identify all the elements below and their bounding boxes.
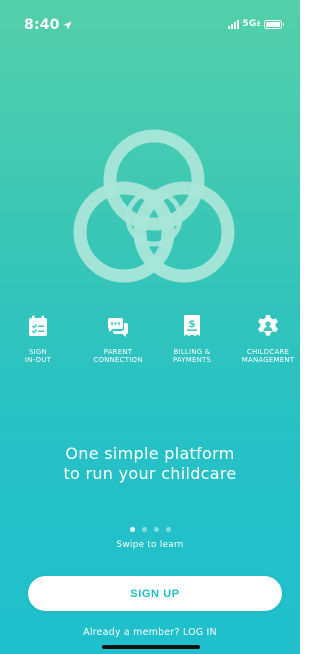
feature-label-line2: CONNECTION: [93, 356, 143, 364]
network-suffix: E: [256, 21, 261, 28]
swipe-hint: Swipe to learn: [116, 540, 184, 550]
feature-billing-payments: $ BILLING & PAYMENTS: [152, 314, 232, 364]
cellular-signal-icon: [228, 19, 240, 29]
status-time: 8:40: [24, 17, 72, 33]
page-dot-4[interactable]: [165, 527, 171, 532]
interlocking-rings-logo: [73, 129, 235, 283]
feature-label-line2: PAYMENTS: [172, 356, 212, 364]
chat-bubbles-icon: [107, 318, 128, 337]
feature-label: SIGN IN-OUT: [0, 348, 78, 364]
gear-person-icon: [258, 315, 278, 336]
page-dot-1[interactable]: [129, 527, 135, 532]
log-in-link[interactable]: Already a member? LOG IN: [0, 627, 300, 638]
feature-label-line2: MANAGEMENT: [241, 356, 295, 364]
network-label: 5GE: [242, 19, 261, 29]
status-indicators: 5GE: [228, 19, 284, 29]
feature-label-line1: SIGN: [29, 348, 47, 356]
status-time-label: 8:40: [24, 17, 60, 33]
location-arrow-icon: [63, 20, 72, 30]
invoice-dollar-icon: $: [184, 315, 200, 336]
feature-label: CHILDCARE MANAGEMENT: [228, 348, 300, 364]
battery-icon: [264, 19, 284, 29]
tagline: One simple platform to run your childcar…: [0, 444, 300, 484]
network-type: 5G: [242, 19, 257, 29]
feature-label-line2: IN-OUT: [24, 356, 52, 364]
tagline-line1: One simple platform: [65, 444, 235, 463]
page-dot-2[interactable]: [141, 527, 147, 532]
sign-up-button[interactable]: SIGN UP: [28, 576, 282, 611]
page-indicator[interactable]: [0, 527, 300, 532]
tagline-line2: to run your childcare: [63, 464, 237, 483]
feature-label-line1: PARENT: [103, 348, 133, 356]
feature-sign-in-out: SIGN IN-OUT: [0, 314, 78, 364]
status-bar: 8:40 5GE: [0, 0, 300, 44]
feature-childcare-management: CHILDCARE MANAGEMENT: [228, 314, 300, 364]
feature-parent-connection: PARENT CONNECTION: [78, 314, 158, 364]
home-indicator[interactable]: [102, 645, 200, 649]
sign-in-out-icon: [29, 315, 47, 336]
feature-label: BILLING & PAYMENTS: [152, 348, 232, 364]
page-dot-3[interactable]: [153, 527, 159, 532]
svg-text:$: $: [189, 319, 196, 330]
feature-list: SIGN IN-OUT PARENT CONNECTION $ BILLING …: [0, 314, 300, 374]
welcome-screen: 8:40 5GE SIGN IN-OUT PARENT CONNECTION $…: [0, 0, 300, 654]
feature-label-line1: CHILDCARE: [246, 348, 290, 356]
feature-label-line1: BILLING &: [173, 348, 211, 356]
feature-label: PARENT CONNECTION: [78, 348, 158, 364]
